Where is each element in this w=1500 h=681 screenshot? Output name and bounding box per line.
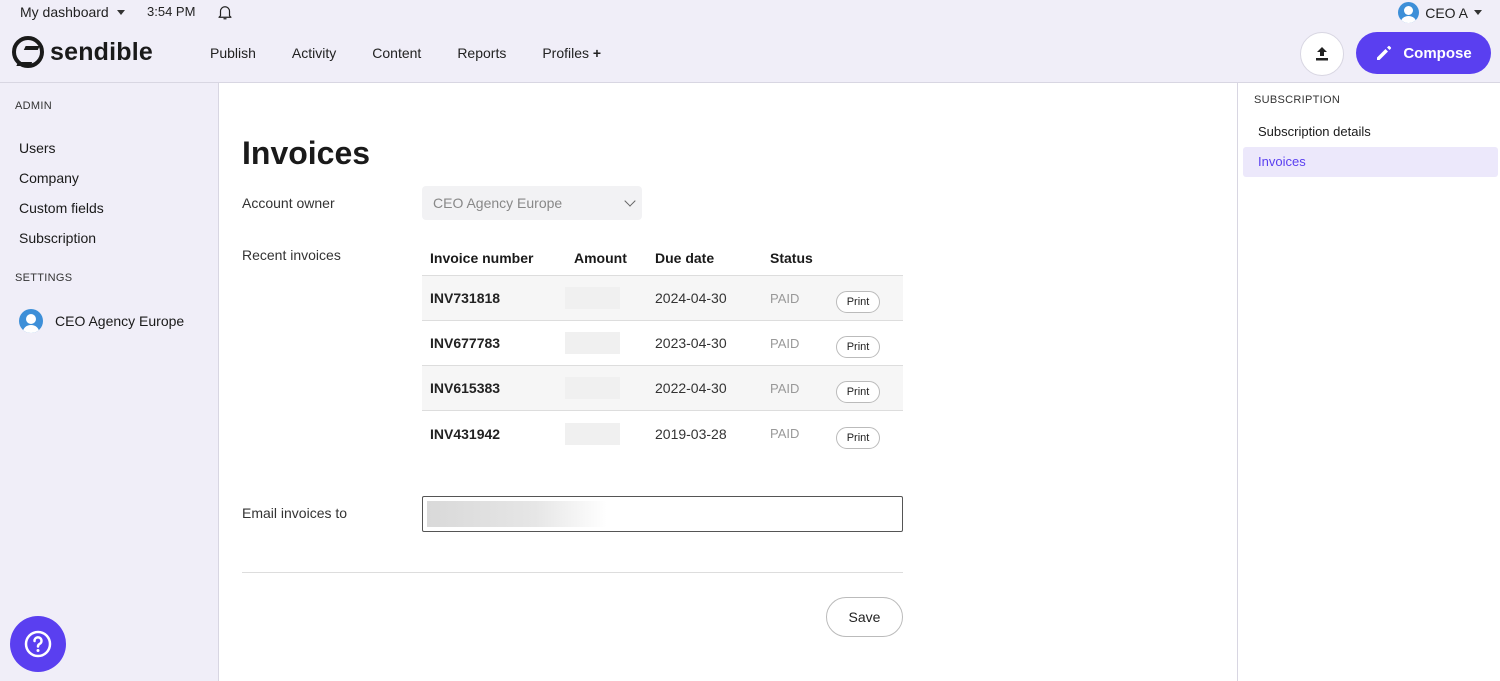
avatar: [1398, 2, 1420, 23]
subscription-section-title: SUBSCRIPTION: [1254, 94, 1341, 106]
amount-cell: [557, 422, 655, 445]
account-owner-label: Account owner: [242, 195, 335, 211]
admin-section-title: ADMIN: [15, 100, 52, 112]
nav-item-profiles-label: Profiles: [542, 45, 590, 61]
upload-button[interactable]: [1300, 32, 1344, 76]
pencil-icon: [1377, 45, 1392, 60]
amount-redacted: [565, 332, 620, 354]
chevron-down-icon: [1474, 10, 1482, 15]
print-button[interactable]: Print: [836, 426, 880, 449]
profile-name: CEO Agency Europe: [55, 313, 185, 329]
dashboard-selector[interactable]: My dashboard: [20, 4, 125, 20]
recent-invoices-label: Recent invoices: [242, 247, 341, 263]
table-row: INV677783 2023-04-30 PAID Print: [422, 321, 903, 366]
subscription-sidebar: SUBSCRIPTION Subscription details Invoic…: [1237, 83, 1500, 681]
dashboard-label: My dashboard: [20, 4, 109, 20]
status: PAID: [770, 426, 800, 441]
plus-icon: +: [592, 45, 602, 61]
user-name: CEO A: [1425, 4, 1468, 21]
status: PAID: [770, 380, 800, 396]
top-bar: My dashboard 3:54 PM CEO A: [0, 0, 1500, 26]
save-button[interactable]: Save: [826, 597, 903, 637]
print-button[interactable]: Print: [836, 381, 880, 403]
chevron-down-icon: [624, 195, 636, 207]
sidebar-item-subscription-details[interactable]: Subscription details: [1258, 124, 1371, 139]
sidebar-item-company[interactable]: Company: [19, 170, 79, 186]
bell-icon[interactable]: [216, 3, 234, 21]
amount-cell: [557, 332, 655, 354]
invoice-number: INV731818: [430, 290, 501, 306]
amount-redacted: [565, 287, 620, 309]
admin-sidebar: ADMIN Users Company Custom fields Subscr…: [0, 83, 219, 681]
settings-section-title: SETTINGS: [15, 272, 73, 284]
print-button[interactable]: Print: [836, 291, 880, 313]
due-date: 2024-04-30: [655, 290, 727, 306]
help-button[interactable]: [10, 616, 66, 672]
table-row: INV615383 2022-04-30 PAID Print: [422, 366, 903, 411]
clock: 3:54 PM: [147, 4, 196, 19]
chevron-down-icon: [116, 9, 125, 15]
table-header: Invoice number Amount Due date Status: [422, 241, 903, 276]
invoice-number: INV615383: [430, 380, 501, 396]
email-invoices-label: Email invoices to: [242, 505, 348, 521]
compose-label: Compose: [1403, 44, 1472, 62]
nav-menu: Publish Activity Content Reports Profile…: [210, 45, 601, 61]
due-date: 2019-03-28: [655, 425, 727, 442]
table-row: INV731818 2024-04-30 PAID Print: [422, 276, 903, 321]
compose-button[interactable]: Compose: [1356, 32, 1491, 74]
nav-item-content[interactable]: Content: [372, 45, 421, 61]
amount-cell: [557, 287, 655, 309]
column-header-status: Status: [770, 250, 813, 266]
page-title: Invoices: [242, 135, 371, 171]
sidebar-item-users[interactable]: Users: [19, 140, 56, 156]
column-header-amount: Amount: [574, 250, 627, 266]
main-nav: sendible Publish Activity Content Report…: [0, 26, 1500, 83]
account-owner-value: CEO Agency Europe: [433, 195, 563, 211]
email-redacted: [427, 501, 607, 527]
amount-cell: [557, 377, 655, 399]
account-owner-select[interactable]: CEO Agency Europe: [422, 186, 642, 220]
sidebar-item-profile[interactable]: CEO Agency Europe: [19, 309, 184, 333]
sidebar-item-custom-fields[interactable]: Custom fields: [19, 200, 104, 216]
status: PAID: [770, 290, 800, 306]
sidebar-item-subscription[interactable]: Subscription: [19, 230, 96, 246]
question-icon: [24, 630, 52, 658]
nav-item-profiles[interactable]: Profiles +: [542, 45, 601, 61]
sidebar-item-invoices[interactable]: Invoices: [1243, 147, 1498, 177]
due-date: 2022-04-30: [655, 380, 727, 396]
due-date: 2023-04-30: [655, 335, 727, 351]
invoices-panel: Invoices Account owner CEO Agency Europe…: [219, 83, 1237, 681]
logo[interactable]: sendible: [12, 36, 153, 68]
amount-redacted: [565, 422, 620, 445]
invoices-table: Invoice number Amount Due date Status IN…: [422, 241, 903, 456]
status: PAID: [770, 335, 800, 351]
email-invoices-input[interactable]: [422, 496, 903, 532]
invoice-number: INV677783: [430, 335, 501, 351]
nav-item-reports[interactable]: Reports: [457, 45, 506, 61]
column-header-due-date: Due date: [655, 250, 715, 266]
table-row: INV431942 2019-03-28 PAID Print: [422, 411, 903, 456]
upload-icon: [1316, 47, 1328, 61]
avatar: [19, 309, 43, 333]
print-button[interactable]: Print: [836, 336, 880, 358]
invoice-number: INV431942: [430, 425, 501, 442]
amount-redacted: [565, 377, 620, 399]
nav-item-activity[interactable]: Activity: [292, 45, 336, 61]
logo-icon: [12, 36, 44, 68]
user-menu[interactable]: CEO A: [1398, 2, 1482, 23]
logo-text: sendible: [50, 37, 154, 66]
divider: [242, 572, 903, 573]
column-header-invoice-number: Invoice number: [430, 250, 534, 266]
nav-item-publish[interactable]: Publish: [210, 45, 256, 61]
